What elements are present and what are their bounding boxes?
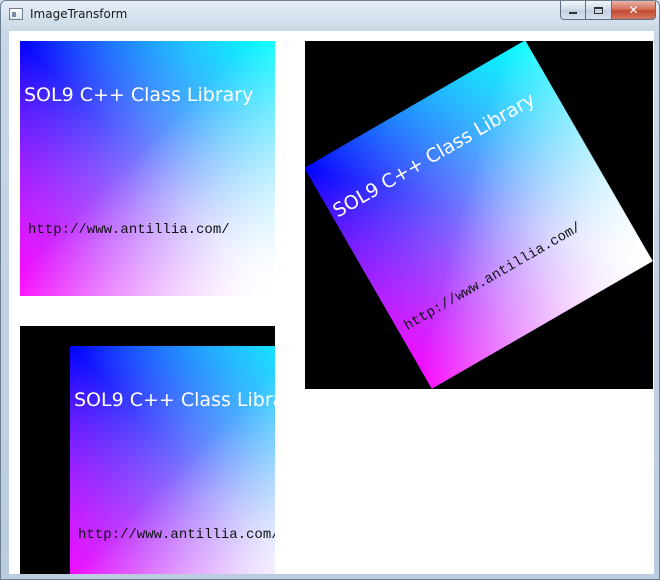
window-title: ImageTransform [30,7,128,21]
app-window-icon[interactable] [9,8,23,20]
image-url-text: http://www.antillia.com/ [78,527,275,543]
title-bar[interactable]: ImageTransform ✕ [1,1,659,29]
translated-image-panel: SOL9 C++ Class Library http://www.antill… [20,326,275,574]
image-url-text: http://www.antillia.com/ [401,219,585,335]
translated-image: SOL9 C++ Class Library http://www.antill… [70,346,275,574]
close-button[interactable]: ✕ [612,1,656,20]
gradient-image: SOL9 C++ Class Library http://www.antill… [305,41,653,389]
rotated-image: SOL9 C++ Class Library http://www.antill… [305,41,653,389]
rotated-image-panel: SOL9 C++ Class Library http://www.antill… [305,41,653,389]
original-image-panel: SOL9 C++ Class Library http://www.antill… [20,41,275,296]
client-area: SOL9 C++ Class Library http://www.antill… [9,31,654,574]
maximize-button[interactable] [586,1,612,20]
close-icon: ✕ [628,3,639,17]
image-url-text: http://www.antillia.com/ [28,222,230,238]
image-title-text: SOL9 C++ Class Library [329,88,539,223]
minimize-icon [569,12,577,14]
image-title-text: SOL9 C++ Class Library [74,389,275,411]
caption-buttons: ✕ [560,1,656,21]
gradient-image: SOL9 C++ Class Library http://www.antill… [70,346,275,574]
app-window: ImageTransform ✕ SOL9 C++ Class Library … [0,0,660,580]
minimize-button[interactable] [560,1,586,20]
maximize-icon [594,6,603,14]
gradient-image: SOL9 C++ Class Library http://www.antill… [20,41,275,296]
image-title-text: SOL9 C++ Class Library [24,84,254,106]
